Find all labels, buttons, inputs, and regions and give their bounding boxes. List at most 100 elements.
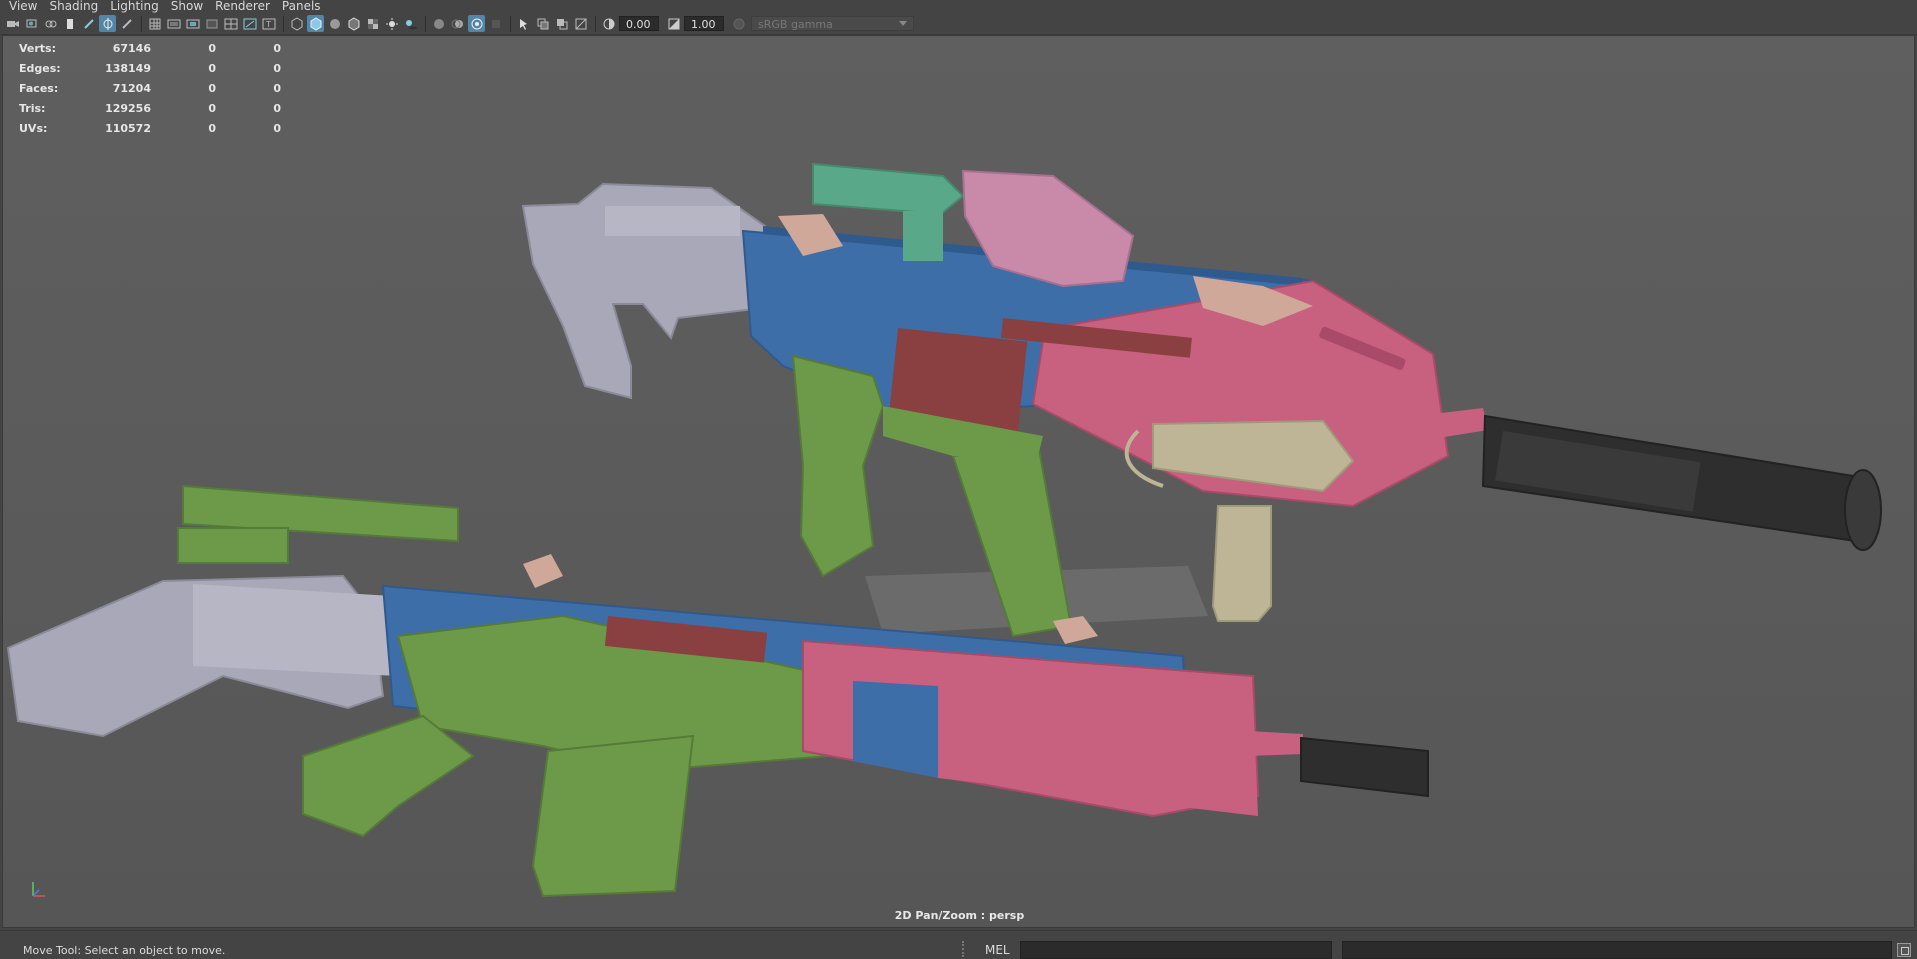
color-management-icon[interactable]: [730, 15, 747, 32]
upper-vertical-grip: [1211, 505, 1272, 622]
gamma-field[interactable]: 1.00: [684, 16, 724, 31]
isolate-select-icon[interactable]: [515, 15, 532, 32]
panel-menu-bar: View Shading Lighting Show Renderer Pane…: [0, 0, 1917, 12]
screen-space-ao-icon[interactable]: [430, 15, 447, 32]
image-plane-icon[interactable]: [61, 15, 78, 32]
depth-of-field-icon[interactable]: [487, 15, 504, 32]
hud-value: 0: [273, 41, 281, 55]
chevron-down-icon: [899, 21, 907, 26]
menu-lighting[interactable]: Lighting: [110, 0, 159, 12]
hud-value: 0: [208, 121, 216, 135]
grid-icon[interactable]: [146, 15, 163, 32]
lower-stock-body: [193, 584, 398, 676]
hud-value: 67146: [112, 41, 151, 55]
two-d-pan-zoom-icon[interactable]: [99, 15, 116, 32]
status-bar: Move Tool: Select an object to move. MEL: [0, 930, 1917, 959]
menu-show[interactable]: Show: [171, 0, 203, 12]
menu-renderer[interactable]: Renderer: [215, 0, 270, 12]
hud-value: 0: [208, 61, 216, 75]
toolbar-separator: [425, 15, 426, 32]
field-chart-icon[interactable]: [222, 15, 239, 32]
help-line: Move Tool: Select an object to move.: [23, 944, 226, 957]
safe-action-icon[interactable]: [241, 15, 258, 32]
bookmarks-icon[interactable]: [42, 15, 59, 32]
upper-scope-mount: [903, 211, 943, 261]
gate-mask-icon[interactable]: [203, 15, 220, 32]
use-all-lights-icon[interactable]: [383, 15, 400, 32]
motion-blur-icon[interactable]: [449, 15, 466, 32]
toolbar-separator: [510, 15, 511, 32]
hud-value: 138149: [105, 61, 151, 75]
hud-label: Faces:: [19, 81, 59, 95]
xray-active-components-icon[interactable]: [553, 15, 570, 32]
smooth-shade-icon[interactable]: [307, 15, 324, 32]
camera-attributes-icon[interactable]: [23, 15, 40, 32]
hud-label: UVs:: [19, 121, 48, 135]
anti-aliasing-icon[interactable]: [468, 15, 485, 32]
hud-value: 0: [273, 81, 281, 95]
hud-row: UVs: 110572 0 0: [19, 118, 281, 138]
command-result-field: [1342, 941, 1892, 959]
scene-render: [6, 162, 1882, 898]
exposure-icon[interactable]: [600, 15, 617, 32]
sculpt-icon[interactable]: [118, 15, 135, 32]
view-axis-icon: [32, 882, 45, 897]
hud-label: Verts:: [19, 41, 57, 55]
resolution-gate-icon[interactable]: [184, 15, 201, 32]
lower-handguard-front: [933, 676, 1258, 816]
panel-toolbar: T 0.00 1.00 sRGB gamma: [0, 13, 1917, 35]
wireframe-on-shaded-icon[interactable]: [345, 15, 362, 32]
command-line-input[interactable]: [1020, 941, 1332, 959]
hud-value: 110572: [105, 121, 151, 135]
hud-value: 71204: [112, 81, 151, 95]
hud-value: 0: [208, 101, 216, 115]
view-transform-dropdown[interactable]: sRGB gamma: [751, 16, 914, 31]
shadows-icon[interactable]: [402, 15, 419, 32]
select-camera-icon[interactable]: [4, 15, 21, 32]
hud-label: Tris:: [19, 101, 46, 115]
xray-icon[interactable]: [534, 15, 551, 32]
grease-pencil-icon[interactable]: [80, 15, 97, 32]
hud-row: Verts: 67146 0 0: [19, 38, 281, 58]
svg-text:T: T: [265, 20, 271, 29]
upper-muzzle-brake: [1844, 469, 1882, 551]
menu-view[interactable]: View: [9, 0, 37, 12]
menu-shading[interactable]: Shading: [49, 0, 98, 12]
hud-row: Faces: 71204 0 0: [19, 78, 281, 98]
lower-band: [853, 681, 938, 778]
command-language-toggle[interactable]: MEL: [985, 943, 1010, 957]
lower-ammo-carrier: [177, 527, 289, 564]
view-transform-value: sRGB gamma: [758, 18, 833, 31]
lower-pistol-grip: [302, 714, 475, 838]
lower-magazine: [531, 734, 695, 898]
upper-pistol-grip: [791, 354, 885, 578]
hud-value: 0: [208, 81, 216, 95]
toolbar-separator: [595, 15, 596, 32]
script-editor-icon[interactable]: [1897, 943, 1911, 957]
hud-value: 0: [273, 101, 281, 115]
exposure-field[interactable]: 0.00: [619, 16, 659, 31]
hud-value: 0: [273, 121, 281, 135]
upper-stock-cheek: [605, 206, 740, 236]
hud-label: Edges:: [19, 61, 61, 75]
toolbar-separator: [141, 15, 142, 32]
perspective-viewport[interactable]: Verts: 67146 0 0 Edges: 138149 0 0 Faces…: [2, 35, 1915, 928]
xray-joints-icon[interactable]: [572, 15, 589, 32]
poly-count-hud: Verts: 67146 0 0 Edges: 138149 0 0 Faces…: [19, 38, 281, 138]
hud-value: 0: [208, 41, 216, 55]
wireframe-icon[interactable]: [288, 15, 305, 32]
safe-title-icon[interactable]: T: [260, 15, 277, 32]
film-gate-icon[interactable]: [165, 15, 182, 32]
menu-panels[interactable]: Panels: [282, 0, 321, 12]
hud-value: 0: [273, 61, 281, 75]
textured-icon[interactable]: [364, 15, 381, 32]
default-material-icon[interactable]: [326, 15, 343, 32]
command-line-grip-icon[interactable]: [962, 941, 968, 957]
lower-rear-sight: [523, 554, 563, 588]
hud-row: Edges: 138149 0 0: [19, 58, 281, 78]
toolbar-separator: [283, 15, 284, 32]
lower-barrel: [1248, 731, 1303, 756]
upper-scope: [812, 162, 965, 216]
lower-flash-hider: [1300, 736, 1429, 798]
gamma-icon[interactable]: [665, 15, 682, 32]
